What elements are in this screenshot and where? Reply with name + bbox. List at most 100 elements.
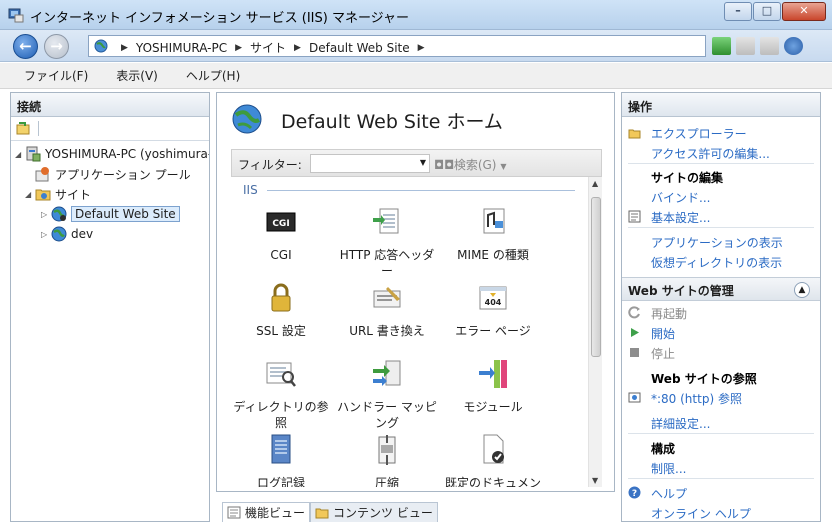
- tree-label: アプリケーション プール: [55, 167, 191, 182]
- http-headers-icon: [373, 208, 399, 234]
- back-button[interactable]: ←: [13, 34, 38, 59]
- collapse-arrow-icon[interactable]: ◢: [25, 190, 35, 199]
- explore-icon: [628, 129, 641, 139]
- error-page-icon: 404: [479, 286, 507, 310]
- feature-cgi[interactable]: CGI CGI: [231, 205, 331, 263]
- actions-pane: 操作 エクスプローラー アクセス許可の編集... サイトの編集 バインド... …: [621, 92, 821, 522]
- modules-icon: [479, 360, 507, 388]
- breadcrumb-item-server[interactable]: YOSHIMURA-PC: [136, 41, 227, 55]
- stop-icon: [630, 348, 639, 357]
- toolbar-separator: [38, 121, 39, 136]
- help-icon: ?: [628, 486, 641, 499]
- handler-mappings-icon: [373, 360, 401, 386]
- breadcrumb: ▶ YOSHIMURA-PC ▶ サイト ▶ Default Web Site …: [113, 39, 433, 56]
- filter-input[interactable]: ▼: [310, 154, 430, 173]
- menu-view[interactable]: 表示(V): [116, 67, 158, 84]
- manage-website-section: Web サイトの管理 ▲: [622, 277, 820, 301]
- arrow-left-icon: ←: [19, 37, 32, 55]
- tree-node-default-web-site[interactable]: ▷ Default Web Site: [41, 205, 180, 223]
- binoculars-icon: ◘◘: [434, 158, 455, 172]
- feature-default-document[interactable]: 既定のドキュメント: [443, 433, 543, 487]
- tree-label: YOSHIMURA-PC (yoshimura-PC\yoshimura): [45, 147, 209, 161]
- breadcrumb-item-sites[interactable]: サイト: [250, 39, 286, 56]
- minimize-button[interactable]: –: [724, 2, 752, 21]
- globe-icon: [94, 39, 108, 53]
- group-header-iis: IIS: [243, 183, 258, 197]
- collapse-up-icon[interactable]: ▲: [794, 282, 810, 298]
- breadcrumb-item-site[interactable]: Default Web Site: [309, 41, 410, 55]
- page-title: Default Web Site ホーム: [281, 111, 503, 133]
- maximize-button[interactable]: □: [753, 2, 781, 21]
- globe-icon: [232, 104, 262, 134]
- scroll-down-icon[interactable]: ▼: [592, 476, 598, 485]
- tree-node-server[interactable]: ◢ YOSHIMURA-PC (yoshimura-PC\yoshimura): [15, 145, 209, 163]
- server-icon: [26, 146, 41, 162]
- help-dropdown-button[interactable]: [784, 37, 803, 55]
- default-document-icon: [483, 434, 504, 464]
- minimize-icon: –: [735, 4, 741, 17]
- directory-browsing-icon: [266, 362, 296, 387]
- expand-arrow-icon[interactable]: ▷: [41, 210, 51, 219]
- tree-node-app-pools[interactable]: アプリケーション プール: [25, 165, 191, 183]
- lock-icon: [271, 283, 291, 312]
- collapse-arrow-icon[interactable]: ◢: [15, 150, 25, 159]
- feature-scrollbar[interactable]: ▲ ▼: [588, 177, 602, 487]
- restart-icon: [628, 306, 640, 319]
- feature-error-pages[interactable]: 404 エラー ページ: [443, 281, 543, 339]
- sites-folder-icon: [35, 189, 51, 201]
- feature-directory-browsing[interactable]: ディレクトリの参照: [231, 357, 331, 431]
- feature-modules[interactable]: モジュール: [443, 357, 543, 415]
- feature-ssl-settings[interactable]: SSL 設定: [231, 281, 331, 339]
- stop-nav-button[interactable]: [736, 37, 755, 55]
- breadcrumb-arrow-icon[interactable]: ▶: [294, 43, 301, 53]
- breadcrumb-arrow-icon: ▶: [121, 42, 128, 53]
- iis-app-icon: [8, 8, 24, 23]
- breadcrumb-arrow-icon[interactable]: ▶: [235, 43, 242, 53]
- connections-pane: 接続 ◢ YOSHIMURA-PC (yoshimura-PC\yoshimur…: [10, 92, 210, 522]
- actions-header: 操作: [622, 93, 820, 117]
- filter-bar: フィルター: ▼ ◘◘ 検索(G) ▼: [231, 149, 602, 177]
- menu-file[interactable]: ファイル(F): [24, 67, 88, 84]
- feature-handler-mappings[interactable]: ハンドラー マッピング: [337, 357, 437, 431]
- app-pool-icon: [35, 167, 49, 182]
- tree-label: サイト: [55, 187, 92, 202]
- feature-compression[interactable]: 圧縮: [337, 433, 437, 487]
- forward-button[interactable]: →: [44, 34, 69, 59]
- address-bar[interactable]: ▶ YOSHIMURA-PC ▶ サイト ▶ Default Web Site …: [88, 35, 706, 57]
- close-icon: ✕: [799, 4, 809, 17]
- feature-logging[interactable]: ログ記録: [231, 433, 331, 487]
- arrow-right-icon: →: [50, 37, 63, 55]
- content-view-icon: [315, 508, 329, 519]
- tree-node-sites[interactable]: ◢ サイト: [25, 185, 91, 203]
- tab-features-view[interactable]: 機能ビュー: [222, 502, 311, 522]
- filter-label: フィルター:: [238, 158, 302, 172]
- group-divider: [267, 190, 575, 191]
- home-button[interactable]: [760, 37, 779, 55]
- url-rewrite-icon: [373, 287, 401, 308]
- connect-icon[interactable]: [16, 121, 31, 135]
- start-icon: [631, 328, 639, 337]
- feature-url-rewrite[interactable]: URL 書き換え: [337, 281, 437, 339]
- feature-grid: IIS CGI CGI HTTP 応答ヘッダー MIME の種類 SSL 設定 …: [231, 177, 602, 487]
- refresh-button[interactable]: [712, 37, 731, 55]
- tree-node-dev[interactable]: ▷ dev: [41, 225, 93, 243]
- feature-mime-types[interactable]: MIME の種類: [443, 205, 543, 263]
- breadcrumb-arrow-icon[interactable]: ▶: [418, 43, 425, 53]
- dropdown-arrow-icon[interactable]: ▼: [420, 158, 426, 167]
- menu-bar: ファイル(F) 表示(V) ヘルプ(H): [0, 63, 832, 89]
- basic-settings-icon: [628, 210, 641, 223]
- tree-label: Default Web Site: [71, 206, 180, 222]
- view-tabs: 機能ビュー コンテンツ ビュー: [222, 502, 438, 522]
- scroll-thumb[interactable]: [591, 197, 601, 357]
- expand-arrow-icon[interactable]: ▷: [41, 230, 51, 239]
- connections-header: 接続: [11, 93, 209, 117]
- menu-help[interactable]: ヘルプ(H): [186, 67, 240, 84]
- tree-label: dev: [71, 227, 94, 241]
- tab-content-view[interactable]: コンテンツ ビュー: [310, 502, 438, 522]
- search-button[interactable]: ◘◘ 検索(G) ▼: [434, 156, 506, 173]
- feature-http-response-headers[interactable]: HTTP 応答ヘッダー: [337, 205, 437, 279]
- address-toolbar: ← → ▶ YOSHIMURA-PC ▶ サイト ▶ Default Web S…: [0, 30, 832, 62]
- logging-icon: [271, 434, 291, 464]
- scroll-up-icon[interactable]: ▲: [592, 179, 598, 188]
- close-button[interactable]: ✕: [782, 2, 826, 21]
